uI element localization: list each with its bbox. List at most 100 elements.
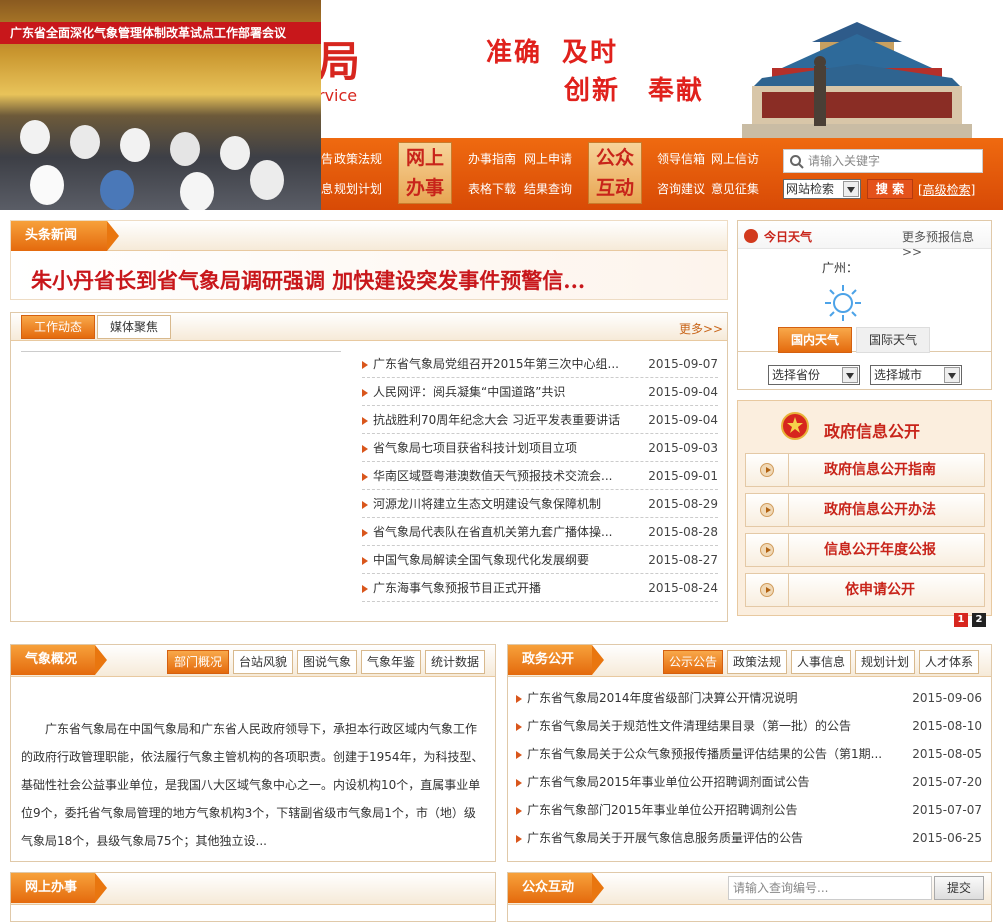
page-2-button[interactable]: 2 — [972, 613, 986, 627]
affairs-item[interactable]: 广东省气象局关于公众气象预报传播质量评估结果的公告（第1期... 2015-08-… — [516, 740, 982, 768]
news-photo[interactable]: 广东省全面深化气象管理体制改革试点工作部署会议 — [0, 0, 321, 210]
overview-text-line: 的政府行政管理职能，依法履行气象主管机构的各项职责。创建于1954年，为科技型、 — [21, 750, 484, 764]
public-interaction-panel: 公众互动 请输入查询编号... 提交 — [507, 872, 992, 922]
slogan-1: 准确 — [486, 38, 543, 68]
online-service-panel: 网上办事 — [10, 872, 496, 922]
overview-tab[interactable]: 气象概况 — [11, 645, 107, 675]
affairs-subtab[interactable]: 规划计划 — [855, 650, 915, 674]
headline-panel: 头条新闻 朱小丹省长到省气象局调研强调 加快建设突发事件预警信... — [10, 220, 728, 300]
affairs-subtab[interactable]: 人事信息 — [791, 650, 851, 674]
weather-panel: 今日天气 更多预报信息>> 广州： 国内天气 国际天气 选择省份 选择城市 — [737, 220, 992, 390]
chevron-down-icon — [842, 367, 858, 383]
site-logo-text: 局 — [318, 37, 361, 86]
tab-international-weather[interactable]: 国际天气 — [856, 327, 930, 353]
nav-public-interaction-box[interactable]: 公众 互动 — [588, 142, 642, 204]
overview-subtab[interactable]: 气象年鉴 — [361, 650, 421, 674]
submit-button[interactable]: 提交 — [934, 876, 984, 900]
slogan-2: 及时 — [562, 38, 619, 68]
work-news-item[interactable]: 抗战胜利70周年纪念大会 习近平发表重要讲话 2015-09-04 — [362, 406, 718, 434]
bullet-icon — [516, 834, 522, 843]
work-news-item[interactable]: 河源龙川将建立生态文明建设气象保障机制 2015-08-29 — [362, 490, 718, 518]
gov-info-title: 政府信息公开 — [824, 422, 921, 441]
gov-info-button[interactable]: 信息公开年度公报 — [745, 533, 985, 567]
gov-info-button[interactable]: 政府信息公开办法 — [745, 493, 985, 527]
photo-caption: 广东省全面深化气象管理体制改革试点工作部署会议 — [0, 22, 321, 44]
bullet-icon — [362, 500, 368, 509]
search-icon — [790, 155, 804, 169]
weather-more-link[interactable]: 更多预报信息>> — [902, 228, 991, 259]
affairs-item[interactable]: 广东省气象局关于开展气象信息服务质量评估的公告 2015-06-25 — [516, 824, 982, 852]
affairs-item[interactable]: 广东省气象部门2015年事业单位公开招聘调剂公告 2015-07-07 — [516, 796, 982, 824]
gov-info-button[interactable]: 依申请公开 — [745, 573, 985, 607]
nav-link-policy[interactable]: 政策法规 — [334, 150, 382, 167]
affairs-item[interactable]: 广东省气象局2014年度省级部门决算公开情况说明 2015-09-06 — [516, 684, 982, 712]
slogan-4: 奉献 — [648, 76, 705, 106]
overview-subtab[interactable]: 部门概况 — [167, 650, 229, 674]
advanced-search-link[interactable]: [高级检索] — [918, 181, 975, 198]
search-button[interactable]: 搜 索 — [867, 179, 913, 199]
nav-online-service-box[interactable]: 网上 办事 — [398, 142, 452, 204]
work-news-item[interactable]: 省气象局代表队在省直机关第九套广播体操... 2015-08-28 — [362, 518, 718, 546]
bullet-icon — [362, 556, 368, 565]
bullet-icon — [516, 778, 522, 787]
work-news-item[interactable]: 中国气象局解读全国气象现代化发展纲要 2015-08-27 — [362, 546, 718, 574]
affairs-subtab[interactable]: 人才体系 — [919, 650, 979, 674]
sun-icon — [825, 285, 861, 321]
nav-link-result[interactable]: 结果查询 — [524, 180, 572, 197]
bullet-icon — [362, 584, 368, 593]
work-news-more-link[interactable]: 更多>> — [679, 320, 723, 337]
overview-text-line: 位9个，委托省气象局管理的地方气象机构3个，下辖副省级市气象局1个，市（地）级 — [21, 806, 476, 820]
chevron-down-icon — [944, 367, 960, 383]
tab-work-news[interactable]: 工作动态 — [21, 315, 95, 339]
nav-link-apply[interactable]: 网上申请 — [524, 150, 572, 167]
work-news-item[interactable]: 广东海事气象预报节目正式开播 2015-08-24 — [362, 574, 718, 602]
headline-tab[interactable]: 头条新闻 — [11, 221, 119, 251]
bullet-icon — [362, 388, 368, 397]
nav-link-notice[interactable]: 告 — [321, 150, 333, 167]
chevron-down-icon — [843, 181, 859, 197]
overview-panel: 气象概况 部门概况 台站风貌 图说气象 气象年鉴 统计数据 广东省气象局在中国气象局和广… — [10, 644, 496, 862]
nav-link-info[interactable]: 息 — [321, 180, 333, 197]
nav-link-consult[interactable]: 咨询建议 — [657, 180, 705, 197]
affairs-subtab[interactable]: 政策法规 — [727, 650, 787, 674]
affairs-tab[interactable]: 政务公开 — [508, 645, 604, 675]
weather-title: 今日天气 — [764, 230, 813, 244]
province-select[interactable]: 选择省份 — [768, 365, 860, 385]
nav-link-forms[interactable]: 表格下载 — [468, 180, 516, 197]
overview-subtab[interactable]: 统计数据 — [425, 650, 485, 674]
work-news-item[interactable]: 华南区域暨粤港澳数值天气预报技术交流会... 2015-09-01 — [362, 462, 718, 490]
nav-link-mailbox[interactable]: 领导信箱 — [657, 150, 705, 167]
search-scope-select[interactable]: 网站检索 — [783, 179, 861, 199]
memorial-hall-image — [742, 22, 972, 138]
weather-city: 广州： — [822, 261, 859, 275]
nav-link-planning[interactable]: 规划计划 — [334, 180, 382, 197]
affairs-subtab[interactable]: 公示公告 — [663, 650, 723, 674]
slogan-3: 创新 — [564, 76, 621, 106]
gov-info-button[interactable]: 政府信息公开指南 — [745, 453, 985, 487]
overview-text-line: 广东省气象局在中国气象局和广东省人民政府领导下，承担本行政区域内气象工作 — [45, 722, 478, 736]
online-service-tab[interactable]: 网上办事 — [11, 873, 107, 903]
bullet-icon — [516, 806, 522, 815]
work-news-item[interactable]: 广东省气象局党组召开2015年第三次中心组... 2015-09-07 — [362, 350, 718, 378]
search-input[interactable]: 请输入关键字 — [783, 149, 983, 173]
nav-link-opinion[interactable]: 意见征集 — [711, 180, 759, 197]
city-select[interactable]: 选择城市 — [870, 365, 962, 385]
work-news-item[interactable]: 人民网评：阅兵凝集“中国道路”共识 2015-09-04 — [362, 378, 718, 406]
page-1-button[interactable]: 1 — [954, 613, 968, 627]
headline-title[interactable]: 朱小丹省长到省气象局调研强调 加快建设突发事件预警信... — [31, 265, 585, 295]
overview-subtab[interactable]: 图说气象 — [297, 650, 357, 674]
affairs-item[interactable]: 广东省气象局关于规范性文件清理结果目录（第一批）的公告 2015-08-10 — [516, 712, 982, 740]
tab-media-focus[interactable]: 媒体聚焦 — [97, 315, 171, 339]
national-emblem-icon — [781, 412, 809, 440]
nav-link-guide[interactable]: 办事指南 — [468, 150, 516, 167]
overview-subtab[interactable]: 台站风貌 — [233, 650, 293, 674]
query-number-input[interactable]: 请输入查询编号... — [728, 876, 932, 900]
tab-domestic-weather[interactable]: 国内天气 — [778, 327, 852, 353]
affairs-item[interactable]: 广东省气象局2015年事业单位公开招聘调剂面试公告 2015-07-20 — [516, 768, 982, 796]
bullet-icon — [362, 360, 368, 369]
overview-text-line: 气象局18个，县级气象局75个；其他独立设... — [21, 834, 267, 848]
site-logo-english: rvice — [318, 86, 358, 105]
public-interaction-tab[interactable]: 公众互动 — [508, 873, 604, 903]
nav-link-petition[interactable]: 网上信访 — [711, 150, 759, 167]
work-news-item[interactable]: 省气象局七项目获省科技计划项目立项 2015-09-03 — [362, 434, 718, 462]
